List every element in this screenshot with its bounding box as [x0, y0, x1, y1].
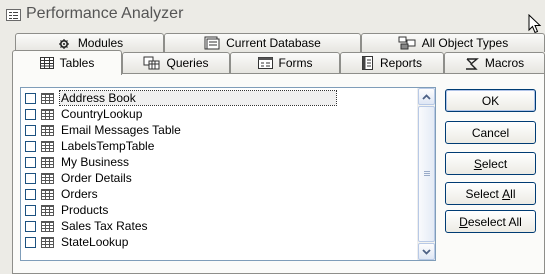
- ok-button[interactable]: OK: [445, 89, 536, 112]
- vertical-scrollbar[interactable]: [417, 88, 435, 260]
- checkbox[interactable]: [25, 124, 36, 136]
- list-item-label: Email Messages Table: [61, 123, 181, 137]
- cancel-button[interactable]: Cancel: [445, 121, 536, 144]
- tab-macros-label: Macros: [484, 56, 525, 70]
- form-window-icon: [6, 9, 21, 21]
- scroll-down-button[interactable]: [418, 243, 435, 260]
- list-item-label: CountryLookup: [61, 107, 143, 121]
- tab-macros[interactable]: Macros: [444, 52, 545, 73]
- select-all-accel: A: [502, 186, 511, 201]
- checkbox[interactable]: [25, 156, 36, 168]
- tab-current-database[interactable]: Current Database: [164, 33, 361, 52]
- list-item[interactable]: Orders: [25, 186, 415, 202]
- mouse-cursor-icon: [528, 14, 542, 34]
- database-icon: [204, 36, 220, 50]
- performance-analyzer-dialog: Performance Analyzer Modules Current Dat…: [0, 0, 545, 274]
- checkbox[interactable]: [25, 220, 36, 232]
- select-button[interactable]: Select: [445, 152, 536, 175]
- objects-list[interactable]: Address Book CountryLookup Email Message…: [20, 87, 436, 261]
- checkbox[interactable]: [25, 92, 36, 104]
- list-item-label: Order Details: [61, 171, 132, 185]
- checkbox[interactable]: [25, 204, 36, 216]
- list-item-label: StateLookup: [61, 235, 129, 249]
- tab-reports-label: Reports: [379, 56, 423, 70]
- table-icon: [41, 204, 54, 216]
- table-icon: [41, 172, 54, 184]
- table-icon: [41, 92, 54, 104]
- list-item-label: LabelsTempTable: [61, 139, 155, 153]
- list-item-label: Orders: [61, 187, 98, 201]
- tab-modules-label: Modules: [77, 36, 124, 50]
- checkbox[interactable]: [25, 108, 36, 120]
- list-item[interactable]: My Business: [25, 154, 415, 170]
- select-rest: elect: [481, 156, 508, 171]
- select-all-button[interactable]: Select All: [445, 182, 536, 205]
- chevron-up-icon: [422, 93, 431, 100]
- table-icon: [41, 108, 54, 120]
- tab-forms-label: Forms: [278, 56, 313, 70]
- table-icon: [41, 188, 54, 200]
- tab-queries[interactable]: Queries: [122, 52, 230, 73]
- table-icon: [41, 220, 54, 232]
- tab-tables-label: Tables: [59, 56, 95, 70]
- table-icon: [41, 124, 54, 136]
- title-bar[interactable]: Performance Analyzer: [0, 0, 545, 34]
- tab-queries-label: Queries: [166, 56, 209, 70]
- tab-forms[interactable]: Forms: [230, 52, 340, 73]
- table-icon: [39, 57, 54, 69]
- checkbox[interactable]: [25, 236, 36, 248]
- chevron-down-icon: [422, 248, 431, 255]
- list-item[interactable]: LabelsTempTable: [25, 138, 415, 154]
- window-title: Performance Analyzer: [26, 5, 184, 22]
- list-item-label: Sales Tax Rates: [61, 219, 148, 233]
- tab-current-database-label: Current Database: [226, 36, 321, 50]
- checkbox[interactable]: [25, 172, 36, 184]
- list-item[interactable]: Products: [25, 202, 415, 218]
- list-item[interactable]: CountryLookup: [25, 106, 415, 122]
- list-item[interactable]: Sales Tax Rates: [25, 218, 415, 234]
- list-item-label: My Business: [61, 155, 130, 169]
- list-item[interactable]: Email Messages Table: [25, 122, 415, 138]
- report-icon: [361, 56, 374, 70]
- tab-all-object-types-label: All Object Types: [421, 36, 509, 50]
- checkbox[interactable]: [25, 188, 36, 200]
- tab-reports[interactable]: Reports: [340, 52, 444, 73]
- list-item[interactable]: Order Details: [25, 170, 415, 186]
- list-item-label: Address Book: [59, 90, 337, 106]
- tab-all-object-types[interactable]: All Object Types: [361, 33, 545, 52]
- select-accel: S: [473, 156, 482, 171]
- grip-icon: [424, 171, 430, 172]
- tab-tables[interactable]: Tables: [12, 50, 122, 75]
- query-icon: [143, 56, 160, 70]
- scroll-thumb[interactable]: [418, 106, 435, 242]
- modules-icon: [56, 37, 72, 50]
- scroll-up-button[interactable]: [418, 88, 435, 105]
- macro-icon: [465, 57, 479, 70]
- list-item-label: Products: [61, 203, 109, 217]
- select-all-pre: Select: [465, 186, 503, 201]
- all-object-types-icon: [398, 36, 416, 50]
- table-icon: [41, 140, 54, 152]
- deselect-all-button[interactable]: Deselect All: [445, 210, 536, 233]
- deselect-all-rest: eselect All: [467, 214, 522, 229]
- form-icon: [257, 57, 273, 69]
- list-item[interactable]: Address Book: [25, 90, 415, 106]
- table-icon: [41, 156, 54, 168]
- select-all-post: ll: [510, 186, 516, 201]
- list-item[interactable]: StateLookup: [25, 234, 415, 250]
- table-icon: [41, 236, 54, 248]
- checkbox[interactable]: [25, 140, 36, 152]
- deselect-all-accel: D: [459, 214, 468, 229]
